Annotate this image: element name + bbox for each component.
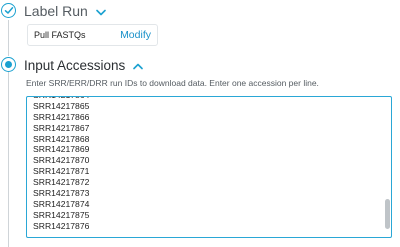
active-step-icon bbox=[1, 57, 16, 72]
accession-line: SRR14217868 bbox=[33, 133, 90, 144]
accession-line: SRR14217872 bbox=[33, 177, 90, 188]
chevron-up-icon[interactable] bbox=[133, 58, 144, 74]
accession-line: SRR14217874 bbox=[33, 198, 90, 209]
chevron-down-icon[interactable] bbox=[96, 3, 106, 19]
accession-line: SRR14217870 bbox=[33, 155, 90, 166]
stepper-connector-line bbox=[8, 20, 9, 247]
modify-link[interactable]: Modify bbox=[120, 29, 151, 41]
accession-line: SRR14217867 bbox=[33, 122, 90, 133]
step-label-run-header[interactable]: Label Run bbox=[24, 3, 106, 19]
accession-line: SRR14217873 bbox=[33, 188, 90, 199]
accession-line: SRR14217869 bbox=[33, 144, 90, 155]
scrollbar-thumb[interactable] bbox=[385, 198, 390, 229]
accession-line: SRR14217865 bbox=[33, 100, 90, 111]
accession-line: SRR14217876 bbox=[33, 220, 90, 231]
active-step-dot bbox=[4, 60, 12, 68]
accessions-textarea[interactable]: SRR14217864SRR14217865SRR14217866SRR1421… bbox=[26, 96, 392, 238]
label-run-summary-card: Pull FASTQs Modify bbox=[27, 24, 158, 46]
accessions-instructions: Enter SRR/ERR/DRR run IDs to download da… bbox=[26, 78, 319, 88]
accession-line: SRR14217871 bbox=[33, 166, 90, 177]
accessions-text[interactable]: SRR14217864SRR14217865SRR14217866SRR1421… bbox=[33, 97, 90, 232]
step-input-accessions-title: Input Accessions bbox=[24, 58, 126, 73]
run-label-value: Pull FASTQs bbox=[34, 30, 86, 40]
step-label-run-title: Label Run bbox=[24, 3, 88, 19]
accession-line: SRR14217866 bbox=[33, 111, 90, 122]
pipeline-stepper: Label Run Pull FASTQs Modify Input Acces… bbox=[0, 0, 400, 247]
check-circle-icon bbox=[1, 3, 16, 18]
accession-line: SRR14217875 bbox=[33, 209, 90, 220]
step-input-accessions-header[interactable]: Input Accessions bbox=[24, 58, 144, 74]
textarea-scrollbar[interactable] bbox=[385, 99, 390, 236]
